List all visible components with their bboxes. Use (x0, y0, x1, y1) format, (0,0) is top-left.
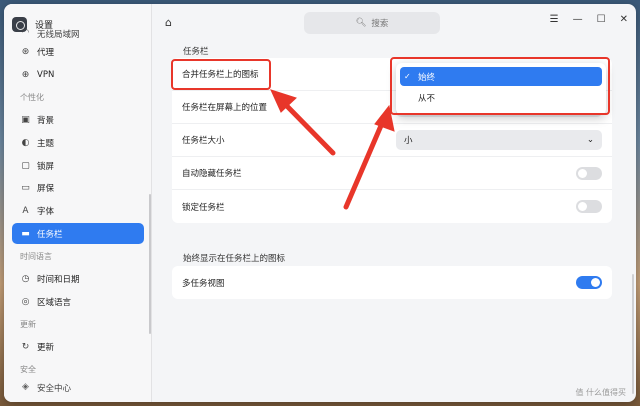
watermark: 值 什么值得买 (575, 388, 626, 397)
update-icon: ↻ (21, 342, 30, 353)
sidebar-item-label: 区域语言 (37, 297, 72, 308)
multitask-row: 多任务视图 (172, 266, 612, 299)
lock-icon: ▢ (21, 160, 30, 171)
sidebar-item-label: 屏保 (37, 184, 55, 195)
sidebar-item[interactable]: ◈ 安全中心 (12, 382, 144, 394)
search-icon: 🔍︎ (355, 18, 367, 28)
sidebar-item[interactable]: ◠ 无线局域网 (12, 28, 144, 40)
vpn-icon: ⊕ (21, 69, 30, 80)
sidebar-item[interactable]: ⊛ 代理 (12, 42, 144, 63)
lock-label: 锁定任务栏 (182, 202, 225, 213)
multitask-label: 多任务视图 (182, 278, 225, 289)
search-input[interactable]: 🔍︎ 搜索 (304, 12, 440, 34)
sidebar-item-label: 安全中心 (37, 384, 72, 394)
wifi-icon: ◠ (21, 28, 30, 38)
window-controls: ☰ — ☐ ✕ (550, 14, 628, 25)
size-select[interactable]: 小 ⌄ (396, 130, 602, 150)
sidebar-item[interactable]: ▭ 屏保 (12, 178, 144, 199)
sidebar-section-header: 安全 (20, 365, 36, 375)
sidebar-item[interactable]: A 字体 (12, 201, 144, 222)
sidebar-section-header: 个性化 (20, 93, 44, 103)
sidebar-item-label: 任务栏 (37, 229, 63, 240)
sidebar-item-label: 背景 (37, 116, 55, 127)
sidebar-item-label: 更新 (37, 343, 55, 354)
theme-icon: ◐ (21, 137, 30, 148)
autohide-label: 自动隐藏任务栏 (182, 169, 242, 179)
sidebar-item-label: 无线局域网 (37, 30, 80, 40)
proxy-icon: ⊛ (21, 47, 30, 58)
sidebar-item-label: 锁屏 (37, 161, 55, 172)
language-icon: ◎ (21, 296, 30, 307)
sidebar-item[interactable]: ⊕ VPN (12, 64, 144, 85)
lock-row: 锁定任务栏 (172, 190, 612, 223)
minimize-icon[interactable]: — (573, 14, 583, 25)
chevron-down-icon: ⌄ (586, 135, 594, 145)
topbar: ⌂ 🔍︎ 搜索 ☰ — ☐ ✕ (152, 4, 636, 42)
sidebar-item[interactable]: ▬ 任务栏 (12, 223, 144, 245)
sidebar-item-label: 时间和日期 (37, 275, 80, 286)
lock-taskbar-toggle[interactable] (576, 200, 602, 213)
close-icon[interactable]: ✕ (620, 14, 628, 25)
multitask-toggle[interactable] (576, 276, 602, 289)
sidebar-item-label: 代理 (37, 48, 55, 59)
sidebar-section-header: 时间语言 (20, 251, 52, 261)
search-placeholder: 搜索 (371, 19, 389, 29)
taskbar-icon: ▬ (21, 228, 30, 239)
sidebar-item[interactable]: ◷ 时间和日期 (12, 269, 144, 290)
image-icon: ▣ (21, 115, 30, 126)
sidebar-item-label: VPN (37, 69, 55, 80)
sidebar-section-header: 更新 (20, 319, 36, 329)
size-label: 任务栏大小 (182, 136, 225, 146)
always-show-section-title: 始终显示在任务栏上的图标 (183, 254, 286, 264)
clock-icon: ◷ (21, 274, 30, 285)
screensaver-icon: ▭ (21, 183, 30, 194)
menu-icon[interactable]: ☰ (550, 14, 559, 25)
sidebar-item[interactable]: ▣ 背景 (12, 110, 144, 131)
always-show-group: 多任务视图 (172, 266, 612, 299)
autohide-toggle[interactable] (576, 166, 602, 180)
taskbar-section-title: 任务栏 (183, 47, 209, 57)
annotation-box-dropdown (390, 57, 610, 115)
sidebar-item[interactable]: ▢ 锁屏 (12, 155, 144, 176)
security-icon: ◈ (22, 382, 29, 392)
font-icon: A (22, 206, 29, 216)
sidebar-item-label: 主题 (37, 138, 55, 149)
sidebar-item[interactable]: ↻ 更新 (12, 337, 144, 358)
main-scrollbar[interactable] (632, 274, 634, 394)
size-value: 小 (404, 136, 413, 146)
sidebar-item-label: 字体 (37, 207, 55, 217)
maximize-icon[interactable]: ☐ (597, 14, 606, 25)
size-row: 任务栏大小 小 ⌄ (172, 124, 612, 157)
sidebar-item[interactable]: ◐ 主题 (12, 132, 144, 153)
sidebar-scrollbar[interactable] (149, 194, 151, 334)
position-label: 任务栏在屏幕上的位置 (182, 103, 268, 113)
annotation-box-label (171, 59, 271, 90)
sidebar-item[interactable]: ◎ 区域语言 (12, 291, 144, 312)
sidebar-nav: ◠ 无线局域网 ⊛ 代理 ⊕ VPN 个性化 ▣ 背景 ◐ 主题 ▢ 锁屏 ▭ 屏保 A 字体 ▬ 任务栏 时间语言 ◷… (12, 28, 144, 396)
autohide-row: 自动隐藏任务栏 (172, 157, 612, 190)
home-icon[interactable]: ⌂ (165, 16, 172, 29)
sidebar: 设置 ◠ 无线局域网 ⊛ 代理 ⊕ VPN 个性化 ▣ 背景 ◐ 主题 ▢ 锁屏 ▭ 屏保 A 字体 ▬ 任务栏 时间… (4, 4, 152, 402)
